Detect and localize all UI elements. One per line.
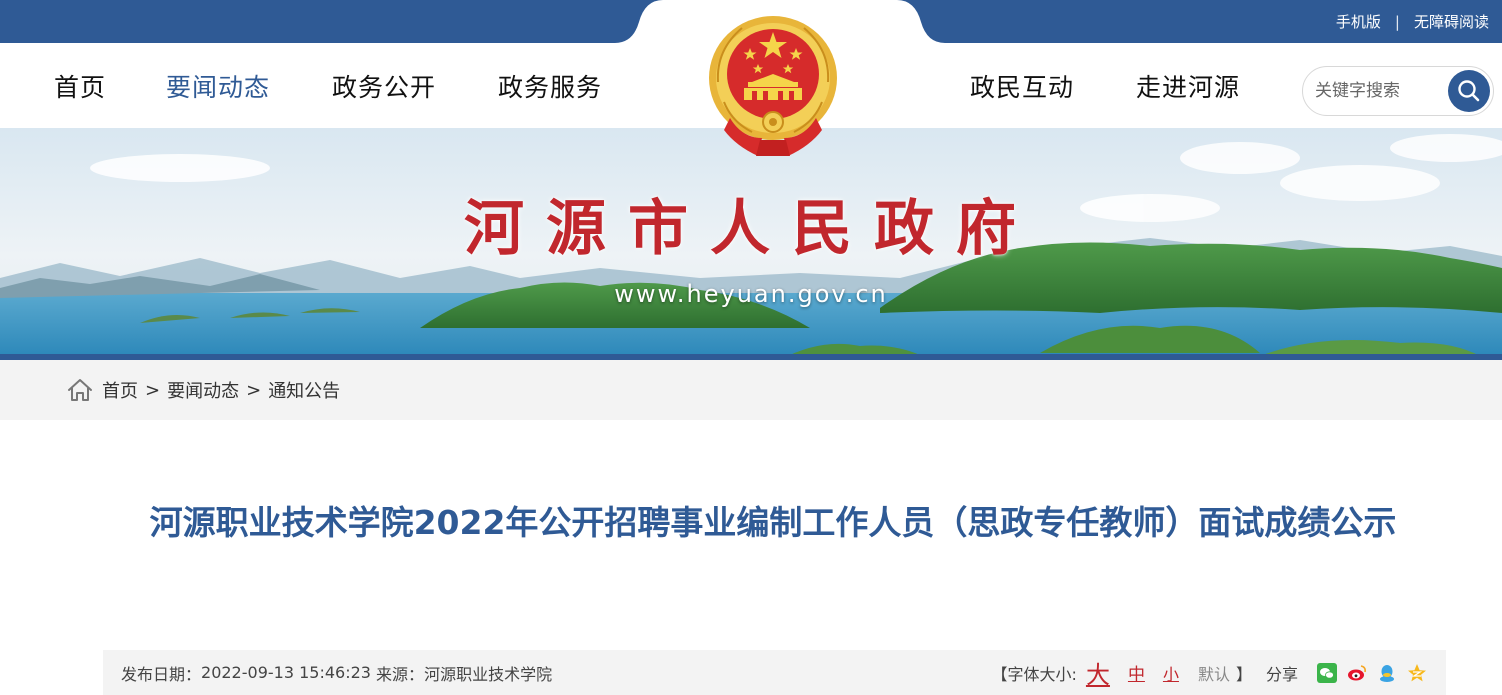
nav-item-about-heyuan[interactable]: 走进河源 — [1136, 43, 1240, 128]
article-meta-bar: 发布日期： 2022-09-13 15:46:23 来源： 河源职业技术学院 【… — [103, 650, 1446, 695]
site-banner: 河源市人民政府 www.heyuan.gov.cn — [0, 128, 1502, 360]
nav-item-home[interactable]: 首页 — [54, 43, 106, 128]
nav-item-interaction[interactable]: 政民互动 — [970, 43, 1074, 128]
breadcrumb-notices[interactable]: 通知公告 — [268, 377, 340, 403]
qzone-icon[interactable] — [1407, 663, 1427, 683]
font-size-small-button[interactable]: 小 — [1163, 661, 1179, 685]
banner-title: 河源市人民政府 — [464, 194, 1038, 264]
source-value: 河源职业技术学院 — [424, 664, 553, 684]
font-size-default-button[interactable]: 默认 — [1198, 661, 1230, 685]
article-tools: 【字体大小: 大 中 小 默认 】 分享 — [992, 650, 1432, 695]
source-label: 来源： — [376, 664, 425, 684]
breadcrumb-home[interactable]: 首页 — [102, 377, 138, 403]
font-size-large-button[interactable]: 大 — [1086, 655, 1110, 690]
search-box — [1302, 66, 1494, 116]
share-label: 分享 — [1265, 664, 1298, 684]
top-links: 手机版 | 无障碍阅读 — [1331, 0, 1494, 43]
font-size-close: 】 — [1235, 664, 1252, 684]
top-links-separator: | — [1394, 12, 1400, 31]
mobile-version-link[interactable]: 手机版 — [1336, 11, 1381, 32]
font-size-label: 【字体大小: — [991, 664, 1077, 684]
weibo-icon[interactable] — [1347, 663, 1367, 683]
qq-icon[interactable] — [1377, 663, 1397, 683]
accessibility-reading-link[interactable]: 无障碍阅读 — [1414, 11, 1489, 32]
breadcrumb-separator: > — [246, 379, 262, 401]
search-input[interactable] — [1313, 77, 1443, 105]
national-emblem-icon[interactable] — [702, 10, 844, 162]
breadcrumb-separator: > — [145, 379, 161, 401]
nav-item-government-affairs[interactable]: 政务公开 — [332, 43, 436, 128]
publish-date-value: 2022-09-13 15:46:23 — [201, 663, 371, 682]
article-title: 河源职业技术学院2022年公开招聘事业编制工作人员（思政专任教师）面试成绩公示 — [149, 503, 1397, 542]
wechat-icon[interactable] — [1317, 662, 1337, 683]
nav-item-government-services[interactable]: 政务服务 — [498, 43, 602, 128]
search-button[interactable] — [1448, 70, 1490, 112]
search-icon — [1458, 80, 1480, 102]
article-meta-info: 发布日期： 2022-09-13 15:46:23 来源： 河源职业技术学院 — [121, 650, 552, 695]
banner-url: www.heyuan.gov.cn — [614, 280, 888, 308]
publish-date-label: 发布日期： — [121, 664, 202, 684]
breadcrumb-bar: 首页 > 要闻动态 > 通知公告 — [0, 360, 1502, 420]
breadcrumb-news[interactable]: 要闻动态 — [167, 377, 239, 403]
breadcrumb: 首页 > 要闻动态 > 通知公告 — [66, 360, 340, 420]
home-icon[interactable] — [66, 377, 94, 403]
nav-item-news[interactable]: 要闻动态 — [166, 43, 270, 128]
font-size-medium-button[interactable]: 中 — [1128, 660, 1145, 685]
